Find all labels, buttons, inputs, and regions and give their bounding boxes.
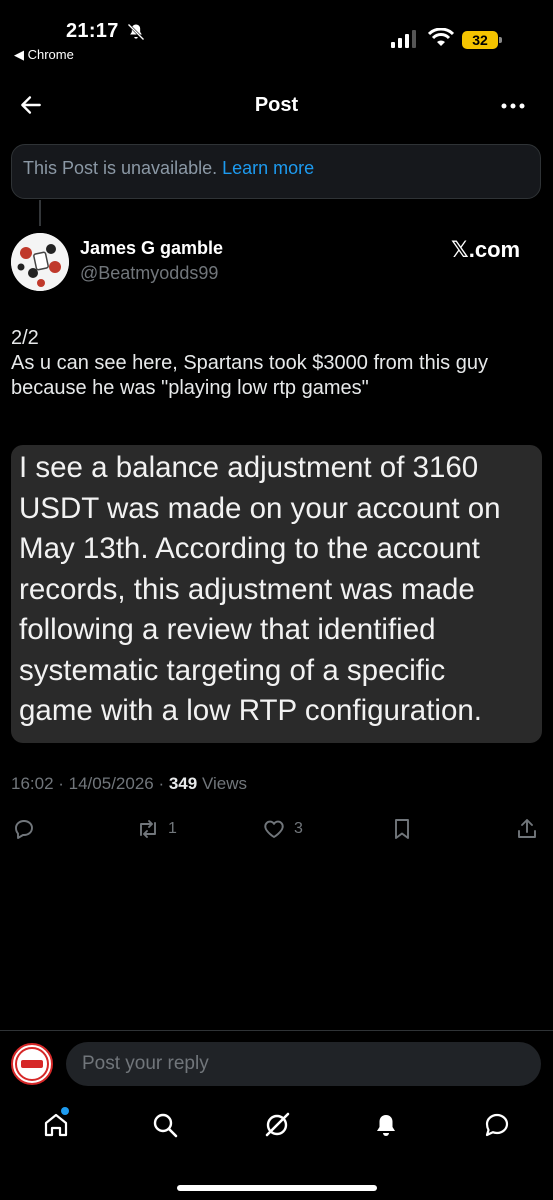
avatar-graphic (11, 233, 69, 291)
thread-connector (39, 200, 41, 226)
xcom-badge: 𝕏.com (451, 237, 521, 262)
notifications-icon[interactable] (371, 1110, 401, 1140)
signal-icon (391, 30, 416, 48)
status-time: 21:17 (66, 20, 119, 42)
like-icon (264, 820, 284, 838)
bookmark-icon (395, 819, 409, 839)
author-avatar[interactable] (11, 233, 69, 291)
post-text: 2/2 As u can see here, Spartans took $30… (11, 327, 488, 399)
author-handle[interactable]: @Beatmyodds99 (80, 263, 218, 284)
bookmark-button[interactable] (390, 816, 414, 842)
reply-input[interactable]: Post your reply (66, 1042, 541, 1086)
post-image[interactable]: I see a balance adjustment of 3160 USDT … (11, 445, 542, 743)
search-icon[interactable] (150, 1110, 180, 1140)
repost-button[interactable]: 1 (136, 816, 177, 842)
unavailable-notice-text: This Post is unavailable. Learn more (23, 158, 314, 179)
post-image-text: I see a balance adjustment of 3160 USDT … (19, 451, 501, 727)
grok-icon[interactable] (262, 1110, 292, 1140)
notice-message: This Post is unavailable. (23, 158, 223, 178)
home-unread-dot (61, 1107, 69, 1115)
repost-icon (140, 820, 156, 838)
battery-tip (499, 37, 502, 43)
more-icon[interactable] (500, 96, 526, 116)
share-button[interactable] (515, 816, 539, 842)
post-meta: 16:02 · 14/05/2026 · 349 Views (11, 774, 247, 794)
bell-off-icon (127, 23, 145, 41)
page-title: Post (254, 94, 299, 116)
repost-count: 1 (168, 820, 177, 837)
like-button[interactable]: 3 (262, 816, 303, 842)
reply-icon (15, 820, 33, 839)
post-timestamp: 16:02 · 14/05/2026 · (11, 774, 169, 793)
views-label: Views (197, 774, 247, 793)
author-name[interactable]: James G gamble (80, 238, 223, 259)
messages-icon[interactable] (482, 1110, 512, 1140)
reply-button[interactable] (12, 816, 44, 842)
learn-more-link[interactable]: Learn more (222, 158, 314, 178)
share-icon (518, 819, 536, 838)
reply-avatar[interactable] (11, 1043, 53, 1085)
reply-divider (0, 1030, 553, 1031)
back-to-app-link[interactable]: ◀ Chrome (14, 47, 74, 63)
battery-indicator: 32 (462, 31, 498, 49)
home-indicator (177, 1185, 377, 1191)
views-count: 349 (168, 774, 198, 793)
reply-avatar-graphic (15, 1047, 49, 1081)
wifi-icon (428, 28, 454, 46)
like-count: 3 (294, 820, 303, 837)
